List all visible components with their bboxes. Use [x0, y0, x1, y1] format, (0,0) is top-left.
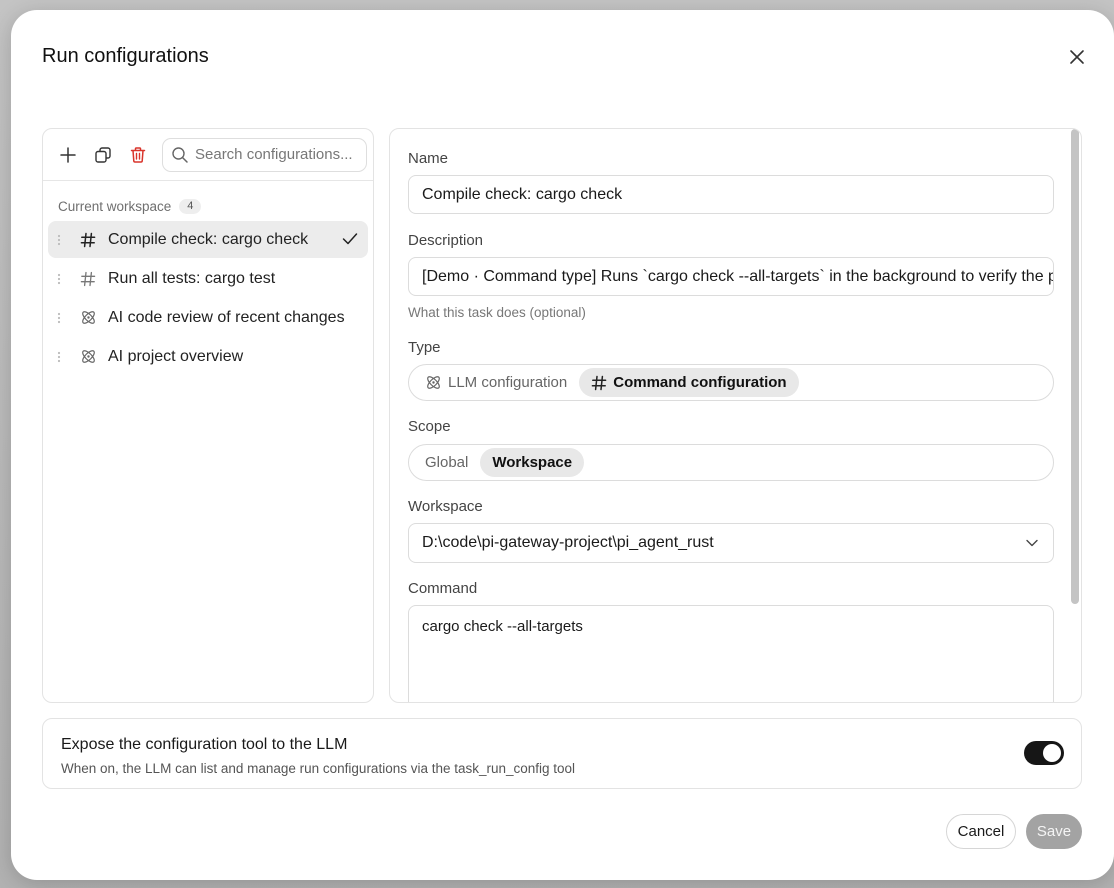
expose-description: When on, the LLM can list and manage run… [61, 761, 576, 776]
drag-handle-icon[interactable] [54, 350, 64, 364]
name-field[interactable]: Compile check: cargo check [408, 175, 1054, 214]
drag-handle-icon[interactable] [54, 272, 64, 286]
type-option-command[interactable]: Command configuration [579, 368, 799, 397]
scope-option-global[interactable]: Global [413, 448, 480, 477]
hash-icon [78, 230, 98, 250]
command-label: Command [408, 580, 478, 597]
close-button[interactable] [1065, 45, 1089, 69]
type-option-label: Command configuration [613, 374, 787, 391]
command-field[interactable]: cargo check --all-targets [408, 605, 1054, 702]
cancel-button[interactable]: Cancel [946, 814, 1016, 849]
type-selector: LLM configuration Command configuration [408, 364, 1054, 401]
scope-option-workspace[interactable]: Workspace [480, 448, 585, 477]
list-item[interactable]: Run all tests: cargo test [48, 260, 368, 297]
run-configurations-dialog: Run configurations Search configurations… [11, 10, 1114, 880]
delete-configuration-button[interactable] [125, 142, 151, 168]
count-badge: 4 [179, 198, 202, 214]
add-configuration-button[interactable] [55, 142, 81, 168]
copy-icon [95, 146, 111, 163]
trash-icon [130, 146, 146, 163]
type-label: Type [408, 339, 441, 356]
list-item-label: Compile check: cargo check [108, 230, 309, 248]
workspace-select[interactable]: D:\code\pi-gateway-project\pi_agent_rust [408, 523, 1054, 563]
scope-selector: Global Workspace [408, 444, 1054, 481]
search-icon [172, 146, 188, 163]
drag-handle-icon[interactable] [54, 311, 64, 325]
list-item[interactable]: AI code review of recent changes [48, 299, 368, 336]
duplicate-configuration-button[interactable] [90, 142, 116, 168]
expose-toggle[interactable] [1024, 741, 1064, 765]
expose-title: Expose the configuration tool to the LLM [61, 736, 348, 753]
hash-icon [78, 269, 98, 289]
atom-icon [425, 374, 442, 391]
name-label: Name [408, 150, 449, 167]
chevron-down-icon [1026, 539, 1038, 547]
dialog-title: Run configurations [42, 45, 209, 67]
editor-scrollbar[interactable] [1071, 129, 1079, 604]
atom-icon [78, 347, 98, 367]
list-item-label: Run all tests: cargo test [108, 269, 276, 287]
workspace-label: Workspace [408, 498, 483, 515]
check-icon [342, 233, 358, 245]
atom-icon [78, 308, 98, 328]
workspace-group-header[interactable]: Current workspace 4 [58, 197, 373, 215]
description-field[interactable]: [Demo · Command type] Runs `cargo check … [408, 257, 1054, 296]
close-icon [1070, 50, 1084, 64]
expose-tool-setting: Expose the configuration tool to the LLM… [42, 718, 1082, 789]
scope-label: Scope [408, 418, 451, 435]
workspace-value: D:\code\pi-gateway-project\pi_agent_rust [422, 534, 714, 551]
search-input[interactable] [195, 146, 365, 163]
drag-handle-icon[interactable] [54, 233, 64, 247]
save-button[interactable]: Save [1026, 814, 1082, 849]
configurations-sidebar: Current workspace 4 Compile check: cargo… [42, 128, 374, 703]
group-label: Current workspace [58, 198, 172, 214]
list-item-label: AI code review of recent changes [108, 308, 345, 326]
configuration-editor: Name Compile check: cargo check Descript… [389, 128, 1082, 703]
type-option-llm[interactable]: LLM configuration [413, 368, 579, 397]
search-box [162, 137, 367, 172]
toggle-knob [1043, 744, 1061, 762]
description-help: What this task does (optional) [408, 305, 586, 320]
list-item[interactable]: Compile check: cargo check [48, 221, 368, 258]
hash-icon [591, 375, 607, 391]
plus-icon [60, 146, 76, 163]
list-item[interactable]: AI project overview [48, 338, 368, 375]
list-item-label: AI project overview [108, 347, 244, 365]
sidebar-toolbar [43, 129, 373, 181]
type-option-label: LLM configuration [448, 374, 568, 391]
configuration-list: Compile check: cargo check Run all tests… [43, 221, 373, 375]
description-label: Description [408, 232, 484, 249]
